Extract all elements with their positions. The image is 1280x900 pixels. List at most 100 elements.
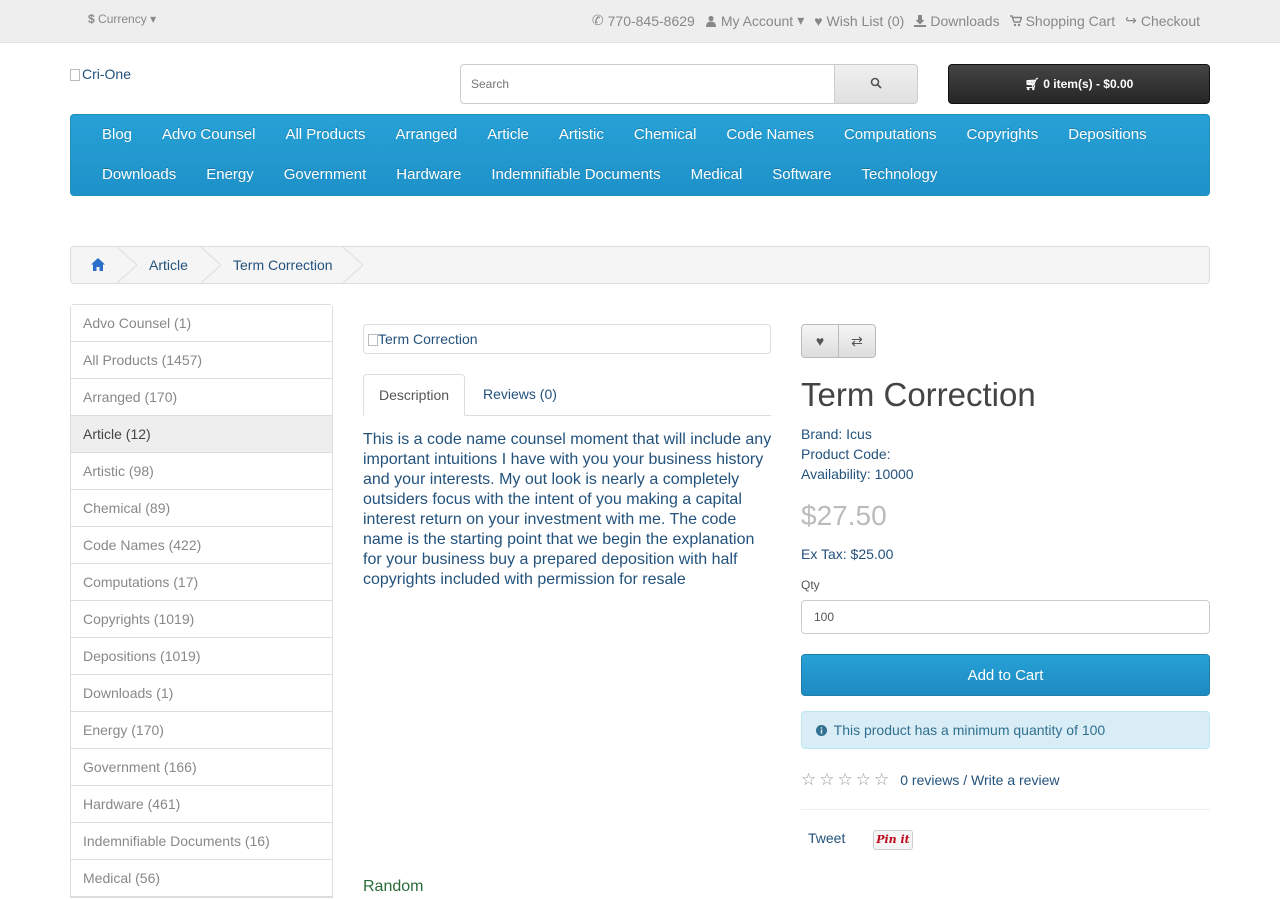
logo-alt-text: Cri-One bbox=[82, 66, 132, 82]
top-links: ✆ 770-845-8629 My Account ▾ ♥ Wish List … bbox=[592, 12, 1200, 29]
phone-number: 770-845-8629 bbox=[607, 12, 695, 29]
ex-tax-price: Ex Tax: $25.00 bbox=[801, 546, 894, 562]
sidebar-category-item[interactable]: Code Names (422) bbox=[71, 527, 332, 564]
product-image-alt: Term Correction bbox=[378, 331, 478, 347]
search-input[interactable] bbox=[460, 64, 835, 104]
shopping-cart-link[interactable]: Shopping Cart bbox=[1009, 12, 1116, 29]
add-to-cart-button[interactable]: Add to Cart bbox=[801, 654, 1210, 696]
currency-symbol: $ bbox=[88, 12, 95, 26]
search-icon bbox=[870, 77, 882, 89]
sidebar-category-item[interactable]: Computations (17) bbox=[71, 564, 332, 601]
product-image[interactable]: Term Correction bbox=[363, 324, 771, 354]
breadcrumb-item-article[interactable]: Article bbox=[149, 247, 188, 283]
checkout-label: Checkout bbox=[1140, 12, 1200, 29]
reviews-link[interactable]: 0 reviews / Write a review bbox=[900, 772, 1059, 788]
product-tabs: Description Reviews (0) bbox=[363, 374, 771, 416]
random-heading: Random bbox=[363, 878, 424, 895]
sidebar-category-item[interactable]: Artistic (98) bbox=[71, 453, 332, 490]
add-to-wishlist-button[interactable]: ♥ bbox=[801, 324, 839, 358]
menu-item[interactable]: Energy bbox=[191, 165, 269, 185]
menu-item[interactable]: Indemnifiable Documents bbox=[476, 165, 675, 185]
menu-item[interactable]: Downloads bbox=[87, 165, 191, 185]
star-icon: ☆ bbox=[837, 770, 853, 789]
category-sidebar: Advo Counsel (1) All Products (1457) Arran… bbox=[70, 304, 333, 898]
sidebar-category-item[interactable]: All Products (1457) bbox=[71, 342, 332, 379]
info-icon bbox=[816, 725, 827, 736]
menu-item[interactable]: Advo Counsel bbox=[147, 125, 270, 145]
product-brand[interactable]: Brand: Icus bbox=[801, 426, 872, 442]
product-code: Product Code: bbox=[801, 446, 891, 462]
user-icon bbox=[705, 15, 716, 27]
menu-item[interactable]: Computations bbox=[829, 125, 952, 145]
menu-item[interactable]: Government bbox=[269, 165, 382, 185]
menu-item[interactable]: Hardware bbox=[381, 165, 476, 185]
checkout-link[interactable]: ↪ Checkout bbox=[1125, 12, 1200, 29]
home-link[interactable] bbox=[91, 247, 105, 283]
menu-row-2: Downloads Energy Government Hardware Indemni… bbox=[87, 165, 952, 185]
menu-item[interactable]: Arranged bbox=[380, 125, 472, 145]
caret-down-icon: ▾ bbox=[150, 12, 157, 26]
product-description: This is a code name counsel moment that … bbox=[363, 431, 772, 588]
caret-down-icon: ▾ bbox=[797, 12, 805, 28]
tweet-button[interactable]: Tweet bbox=[808, 830, 845, 846]
star-icon: ☆ bbox=[855, 770, 871, 789]
menu-item[interactable]: Depositions bbox=[1053, 125, 1161, 145]
product-actions: ♥ ⇄ bbox=[801, 324, 876, 358]
pin-it-button[interactable]: Pin it bbox=[873, 830, 913, 850]
my-account-dropdown[interactable]: My Account ▾ bbox=[705, 12, 804, 29]
menu-item[interactable]: Blog bbox=[87, 125, 147, 145]
currency-label: Currency bbox=[98, 12, 147, 26]
star-icon: ☆ bbox=[819, 770, 835, 789]
phone-link[interactable]: ✆ 770-845-8629 bbox=[592, 12, 695, 29]
wishlist-label: Wish List (0) bbox=[826, 12, 905, 29]
cart-icon bbox=[1009, 14, 1022, 26]
sidebar-category-item[interactable]: Indemnifiable Documents (16) bbox=[71, 823, 332, 860]
quantity-input[interactable] bbox=[801, 600, 1210, 634]
menu-item[interactable]: Technology bbox=[846, 165, 952, 185]
menu-item[interactable]: Copyrights bbox=[952, 125, 1054, 145]
downloads-label: Downloads bbox=[930, 12, 1000, 29]
download-icon bbox=[914, 14, 927, 27]
breadcrumb-separator bbox=[117, 247, 137, 283]
menu-item[interactable]: Article bbox=[472, 125, 544, 145]
star-icon: ☆ bbox=[874, 770, 890, 789]
share-icon: ↪ bbox=[1125, 12, 1137, 28]
tab-reviews[interactable]: Reviews (0) bbox=[483, 374, 557, 416]
compare-button[interactable]: ⇄ bbox=[838, 324, 876, 358]
phone-icon: ✆ bbox=[591, 12, 604, 28]
minimum-quantity-text: This product has a minimum quantity of 1… bbox=[833, 722, 1106, 738]
heart-icon: ♥ bbox=[814, 12, 823, 29]
sidebar-category-item[interactable]: Copyrights (1019) bbox=[71, 601, 332, 638]
wishlist-link[interactable]: ♥ Wish List (0) bbox=[814, 12, 904, 29]
sidebar-category-item[interactable]: Downloads (1) bbox=[71, 675, 332, 712]
shopping-cart-label: Shopping Cart bbox=[1025, 12, 1116, 29]
menu-item[interactable]: Artistic bbox=[544, 125, 619, 145]
sidebar-category-item[interactable]: Depositions (1019) bbox=[71, 638, 332, 675]
downloads-link[interactable]: Downloads bbox=[914, 12, 1000, 29]
tab-description[interactable]: Description bbox=[363, 374, 465, 416]
currency-dropdown[interactable]: $ Currency ▾ bbox=[88, 12, 156, 26]
sidebar-category-item[interactable]: Government (166) bbox=[71, 749, 332, 786]
sidebar-category-item[interactable]: Hardware (461) bbox=[71, 786, 332, 823]
sidebar-category-item[interactable]: Chemical (89) bbox=[71, 490, 332, 527]
breadcrumb-separator bbox=[343, 247, 363, 283]
product-title: Term Correction bbox=[801, 376, 1036, 413]
product-availability: Availability: 10000 bbox=[801, 466, 914, 482]
sidebar-category-item[interactable]: Arranged (170) bbox=[71, 379, 332, 416]
menu-item[interactable]: Chemical bbox=[619, 125, 712, 145]
logo[interactable]: Cri-One bbox=[70, 66, 131, 82]
search-bar bbox=[460, 64, 918, 104]
menu-item[interactable]: Code Names bbox=[711, 125, 829, 145]
search-button[interactable] bbox=[834, 64, 918, 104]
menu-item[interactable]: Software bbox=[757, 165, 846, 185]
breadcrumb-item-current[interactable]: Term Correction bbox=[233, 247, 333, 283]
cart-icon: 🛒︎ bbox=[1024, 77, 1040, 91]
sidebar-category-item[interactable]: Energy (170) bbox=[71, 712, 332, 749]
sidebar-category-item[interactable]: Article (12) bbox=[71, 416, 332, 453]
sidebar-category-item[interactable]: Medical (56) bbox=[71, 860, 332, 897]
menu-item[interactable]: All Products bbox=[270, 125, 380, 145]
sidebar-category-item[interactable]: Advo Counsel (1) bbox=[71, 305, 332, 342]
cart-button[interactable]: 🛒︎ 0 item(s) - $0.00 bbox=[948, 64, 1210, 104]
my-account-label: My Account bbox=[720, 12, 794, 29]
menu-item[interactable]: Medical bbox=[676, 165, 758, 185]
